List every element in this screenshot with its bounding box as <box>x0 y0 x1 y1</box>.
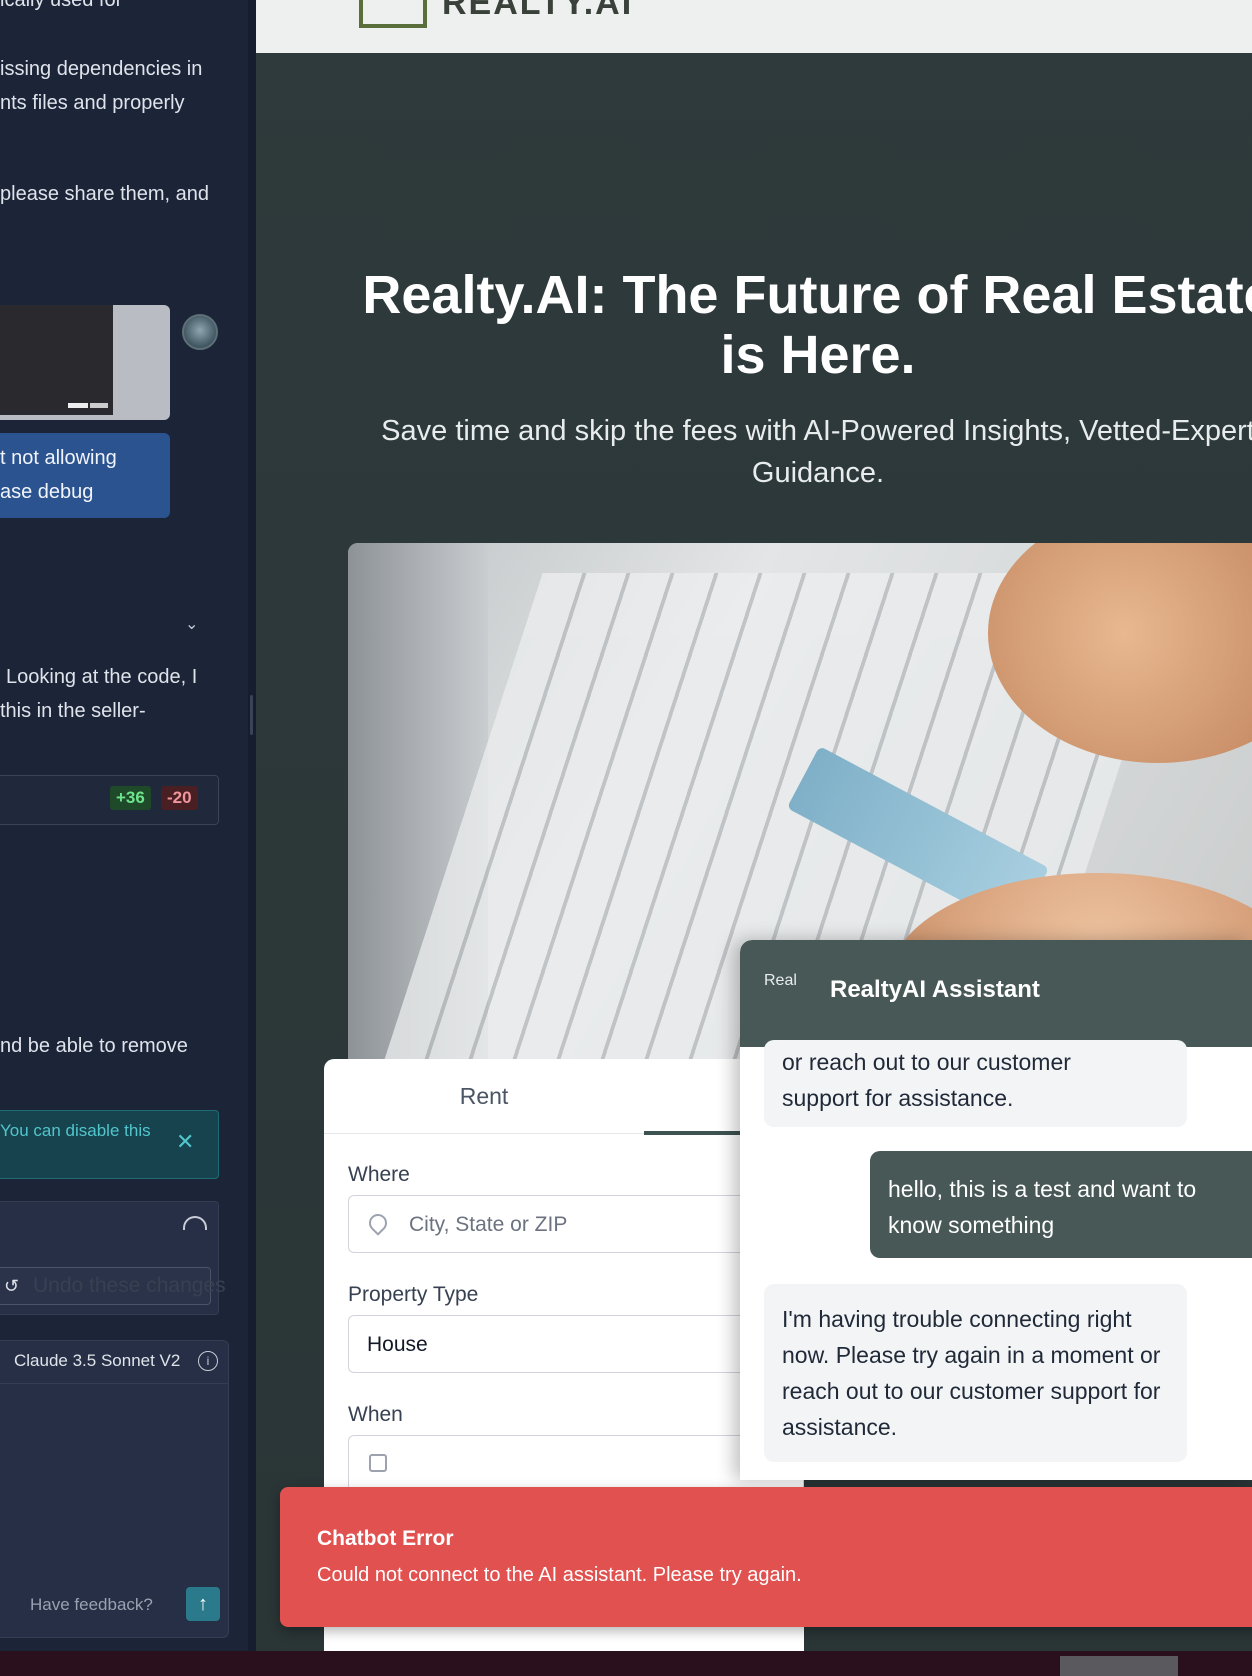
panel-resize-divider[interactable] <box>248 0 256 1651</box>
undo-label: Undo these changes <box>33 1274 226 1297</box>
map-pin-icon <box>365 1210 391 1236</box>
user-message: hello, this is a test and want to know s… <box>870 1151 1252 1258</box>
logo-text[interactable]: REALTY.AI <box>442 0 633 23</box>
chat-text-line: Looking at the code, I <box>6 666 198 688</box>
diff-deletions-badge: -20 <box>161 786 198 810</box>
bot-message: I'm having trouble connecting right now.… <box>764 1284 1187 1462</box>
code-diff-summary[interactable]: +36 -20 <box>0 775 219 825</box>
chatbot-header: Real RealtyAI Assistant <box>740 940 1252 1047</box>
notice-text: You can disable this <box>0 1121 151 1140</box>
location-input[interactable]: City, State or ZIP <box>348 1195 804 1253</box>
info-icon[interactable]: i <box>198 1351 218 1371</box>
chatbot-title: RealtyAI Assistant <box>830 976 1040 1003</box>
model-selector[interactable]: Claude 3.5 Sonnet V2 <box>14 1351 180 1371</box>
property-type-value: House <box>367 1333 428 1356</box>
taskbar <box>0 1651 1252 1676</box>
hero-title: Realty.AI: The Future of Real Estate is … <box>362 265 1252 385</box>
chat-text-line: nd be able to remove <box>0 1035 188 1057</box>
tab-rent[interactable]: Rent <box>324 1059 644 1133</box>
close-icon[interactable]: ✕ <box>176 1129 194 1155</box>
chat-text-line: nts files and properly <box>0 92 185 114</box>
top-navigation: REALTY.AI <box>256 0 1252 53</box>
toast-message: Could not connect to the AI assistant. P… <box>317 1564 802 1586</box>
changes-panel: ↺ Undo these changes <box>0 1201 226 1315</box>
hero-subtitle: Save time and skip the fees with AI-Powe… <box>381 415 1252 489</box>
error-toast[interactable]: Chatbot Error Could not connect to the A… <box>280 1487 1252 1627</box>
feedback-link[interactable]: Have feedback? <box>30 1595 153 1615</box>
date-input[interactable] <box>348 1435 804 1493</box>
property-type-select[interactable]: House <box>348 1315 804 1373</box>
user-avatar <box>182 314 218 350</box>
chevron-down-icon[interactable]: ⌄ <box>185 614 198 634</box>
attached-screenshot-thumbnail[interactable] <box>0 305 170 420</box>
location-placeholder: City, State or ZIP <box>409 1213 568 1236</box>
bot-message: or reach out to our customer support for… <box>764 1040 1187 1127</box>
user-message-text: t not allowing ase debug <box>0 447 117 503</box>
website-viewport: REALTY.AI Realty.AI: The Future of Real … <box>256 0 1252 1651</box>
user-message-bubble: t not allowing ase debug <box>0 433 170 518</box>
toast-title: Chatbot Error <box>317 1527 454 1550</box>
property-type-label: Property Type <box>348 1283 479 1306</box>
undo-changes-button[interactable]: ↺ Undo these changes <box>0 1267 226 1305</box>
chat-text-line: please share them, and <box>0 183 210 205</box>
send-arrow-icon[interactable]: ↑ <box>186 1587 220 1621</box>
where-label: Where <box>348 1163 410 1186</box>
logo-icon[interactable] <box>359 0 427 28</box>
bot-avatar: Real <box>764 972 797 989</box>
undo-icon: ↺ <box>4 1276 20 1296</box>
gauge-icon[interactable] <box>183 1216 207 1230</box>
when-label: When <box>348 1403 403 1426</box>
assistant-side-panel: ically used for issing dependencies in n… <box>0 0 248 1651</box>
info-notice: You can disable this ✕ <box>0 1110 219 1179</box>
diff-additions-badge: +36 <box>110 786 151 810</box>
chat-text-line: issing dependencies in <box>0 58 203 80</box>
chat-text-line: this in the seller- <box>0 700 146 722</box>
chatbot-window: Real RealtyAI Assistant or reach out to … <box>740 940 1252 1480</box>
calendar-icon <box>369 1454 387 1472</box>
chat-text-line: ically used for <box>0 0 123 11</box>
message-composer[interactable]: Claude 3.5 Sonnet V2 i Have feedback? ↑ <box>0 1340 229 1638</box>
